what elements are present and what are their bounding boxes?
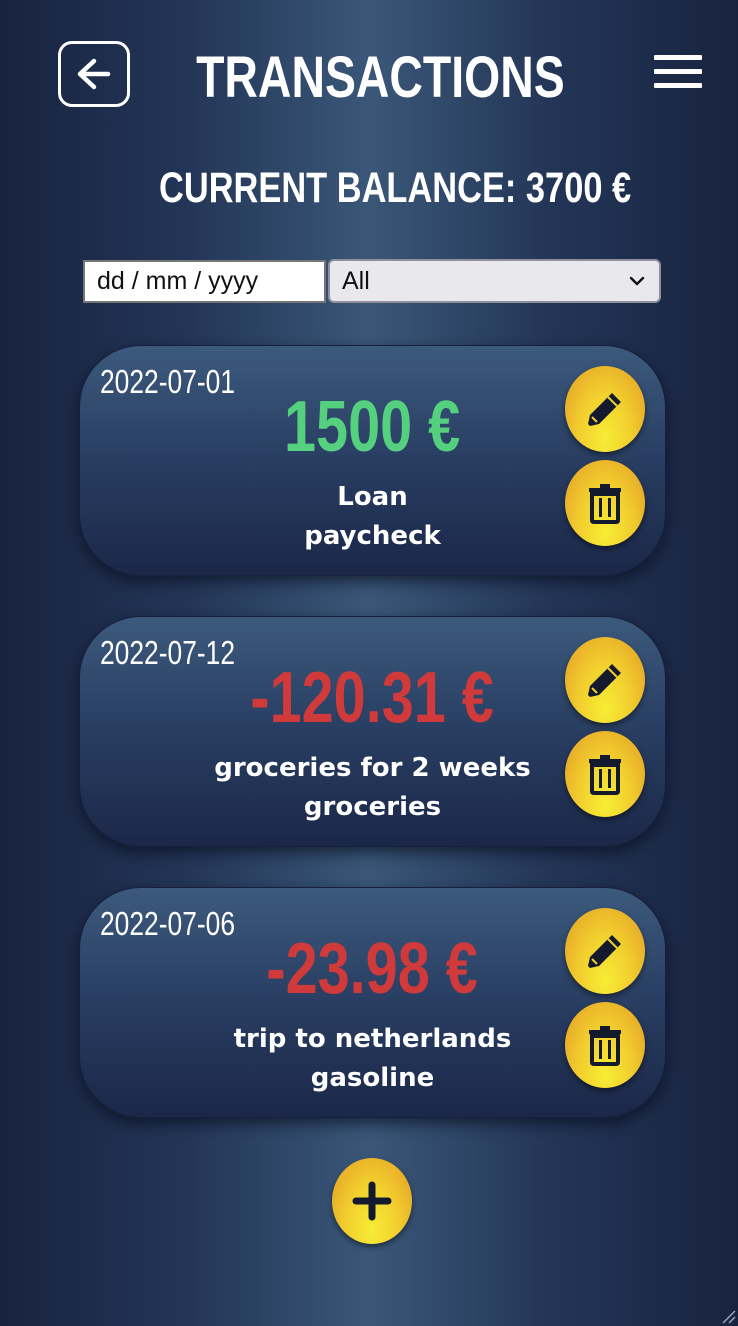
- date-filter-placeholder: dd / mm / yyyy: [97, 267, 259, 295]
- transaction-details: Loan paycheck: [150, 478, 595, 556]
- transaction-details: groceries for 2 weeks groceries: [150, 749, 595, 827]
- type-filter-select[interactable]: All: [328, 259, 661, 303]
- resize-grip-icon[interactable]: [720, 1308, 736, 1324]
- transaction-card: 2022-07-12 -120.31 € groceries for 2 wee…: [79, 616, 666, 847]
- type-filter-value: All: [342, 267, 370, 295]
- current-balance: CURRENT BALANCE: 3700 €: [100, 160, 640, 216]
- plus-icon: [352, 1181, 392, 1221]
- transaction-amount: -120.31 €: [120, 657, 625, 738]
- pencil-icon: [588, 664, 621, 697]
- delete-button[interactable]: [565, 731, 645, 817]
- transaction-amount: 1500 €: [120, 386, 625, 467]
- transaction-description: trip to netherlands: [233, 1024, 512, 1054]
- back-button[interactable]: [58, 41, 130, 107]
- date-filter-input[interactable]: dd / mm / yyyy: [83, 260, 326, 303]
- trash-icon: [589, 1026, 621, 1066]
- chevron-down-icon: [629, 276, 645, 286]
- transaction-amount-text: -120.31 €: [250, 658, 495, 738]
- edit-button[interactable]: [565, 366, 645, 452]
- delete-button[interactable]: [565, 460, 645, 546]
- edit-button[interactable]: [565, 908, 645, 994]
- arrow-left-icon: [77, 58, 111, 90]
- transaction-card: 2022-07-06 -23.98 € trip to netherlands …: [79, 887, 666, 1118]
- current-balance-text: CURRENT BALANCE: 3700 €: [159, 164, 632, 212]
- add-transaction-button[interactable]: [332, 1158, 412, 1244]
- pencil-icon: [588, 935, 621, 968]
- page-title: TRANSACTIONS: [150, 42, 590, 112]
- transaction-category: groceries: [303, 792, 442, 822]
- transaction-details: trip to netherlands gasoline: [150, 1020, 595, 1098]
- transaction-description: groceries for 2 weeks: [214, 753, 531, 783]
- trash-icon: [589, 755, 621, 795]
- edit-button[interactable]: [565, 637, 645, 723]
- transaction-category: paycheck: [304, 521, 441, 551]
- page-title-text: TRANSACTIONS: [196, 45, 565, 110]
- transaction-amount-text: 1500 €: [284, 387, 461, 467]
- pencil-icon: [588, 393, 621, 426]
- transaction-description: Loan: [337, 482, 408, 512]
- menu-button[interactable]: [654, 55, 702, 89]
- transaction-category: gasoline: [310, 1063, 435, 1093]
- transaction-amount-text: -23.98 €: [266, 929, 479, 1009]
- delete-button[interactable]: [565, 1002, 645, 1088]
- trash-icon: [589, 484, 621, 524]
- transaction-card: 2022-07-01 1500 € Loan paycheck: [79, 345, 666, 576]
- transaction-amount: -23.98 €: [120, 928, 625, 1009]
